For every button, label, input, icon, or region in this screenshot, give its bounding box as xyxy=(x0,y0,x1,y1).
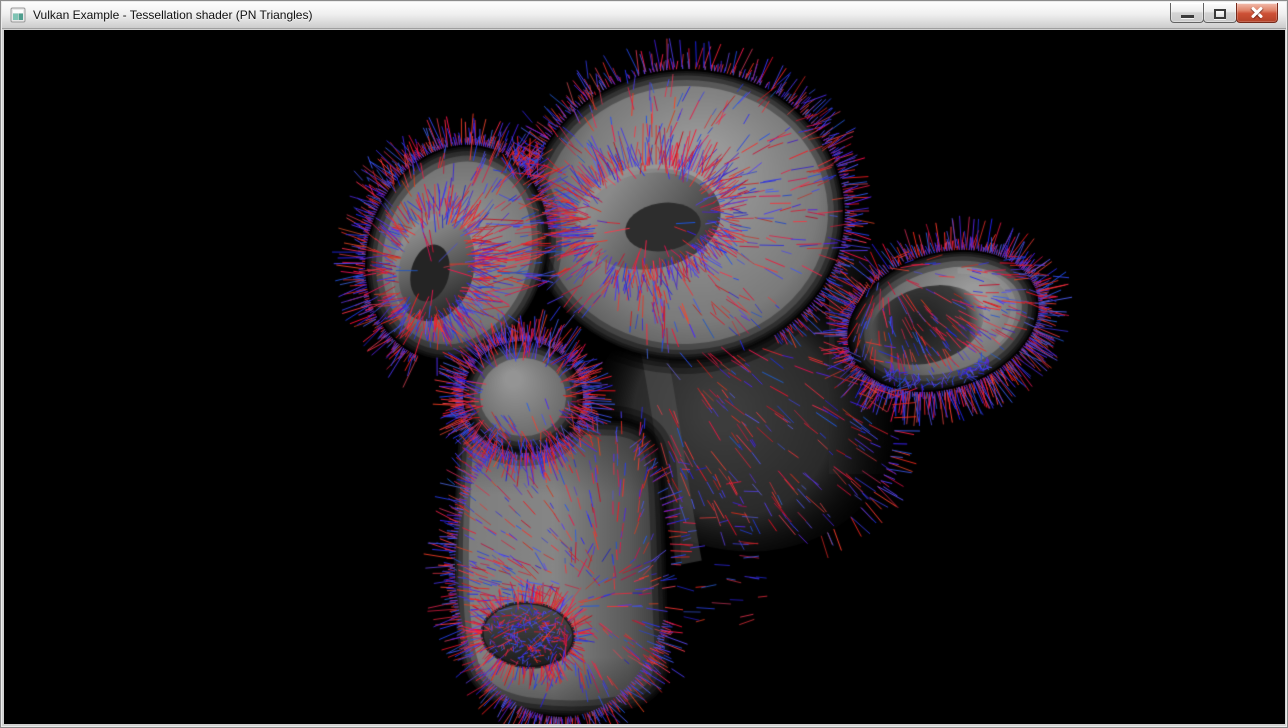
application-window: Vulkan Example - Tessellation shader (PN… xyxy=(0,0,1288,728)
app-icon xyxy=(10,7,26,23)
minimize-icon xyxy=(1181,15,1194,18)
render-viewport[interactable] xyxy=(4,30,1285,724)
minimize-button[interactable] xyxy=(1170,3,1204,23)
maximize-icon xyxy=(1214,9,1226,19)
render-client-area xyxy=(4,30,1285,724)
close-button[interactable] xyxy=(1236,3,1278,23)
titlebar[interactable]: Vulkan Example - Tessellation shader (PN… xyxy=(2,2,1286,29)
window-controls xyxy=(1171,3,1278,23)
window-title: Vulkan Example - Tessellation shader (PN… xyxy=(33,8,312,22)
maximize-button[interactable] xyxy=(1203,3,1237,23)
close-icon xyxy=(1250,7,1264,19)
